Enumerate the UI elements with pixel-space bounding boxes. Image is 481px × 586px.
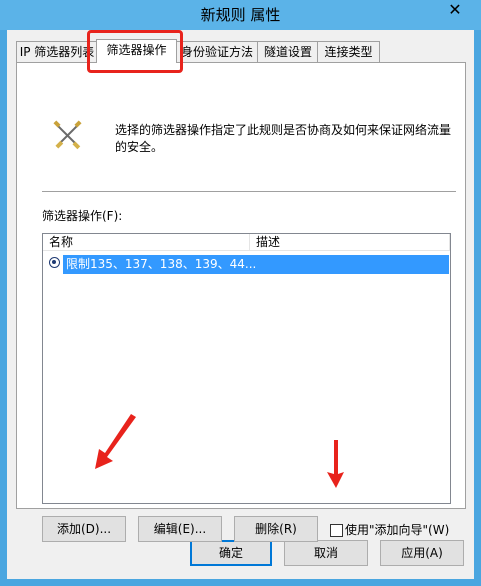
dialog-body: IP 筛选器列表 筛选器操作 身份验证方法 隧道设置 连接类型 选择的筛选器操作… xyxy=(7,30,474,579)
ok-button[interactable]: 确定 xyxy=(190,540,272,566)
tab-connection-type[interactable]: 连接类型 xyxy=(317,41,380,62)
edit-button[interactable]: 编辑(E)... xyxy=(138,516,222,542)
tab-panel-filter-action: 选择的筛选器操作指定了此规则是否协商及如何来保证网络流量的安全。 筛选器操作(F… xyxy=(16,62,466,542)
close-button[interactable]: ✕ xyxy=(437,0,473,20)
row-name[interactable]: 限制135、137、138、139、44... xyxy=(66,256,256,273)
use-add-wizard-checkbox[interactable] xyxy=(330,524,343,537)
tab-authentication-methods[interactable]: 身份验证方法 xyxy=(175,41,259,62)
window-title: 新规则 属性 xyxy=(200,6,281,24)
use-add-wizard-label[interactable]: 使用"添加向导"(W) xyxy=(345,521,449,538)
filter-action-icon xyxy=(49,257,60,268)
tab-ip-filter-list[interactable]: IP 筛选器列表 xyxy=(16,41,98,62)
add-button[interactable]: 添加(D)... xyxy=(42,516,126,542)
description-text: 选择的筛选器操作指定了此规则是否协商及如何来保证网络流量的安全。 xyxy=(115,123,452,154)
title-bar: 新规则 属性 ✕ xyxy=(0,0,481,30)
column-header-name[interactable]: 名称 xyxy=(43,234,250,251)
filter-action-list[interactable]: 名称 描述 限制135、137、138、139、44... xyxy=(42,233,451,504)
apply-button[interactable]: 应用(A) xyxy=(380,540,464,566)
tools-icon xyxy=(53,120,82,150)
tab-tunnel-settings[interactable]: 隧道设置 xyxy=(257,41,319,62)
column-header-description[interactable]: 描述 xyxy=(250,234,450,251)
remove-button[interactable]: 删除(R) xyxy=(234,516,318,542)
cancel-button[interactable]: 取消 xyxy=(284,540,368,566)
divider xyxy=(42,191,456,193)
filter-action-list-label: 筛选器操作(F): xyxy=(42,209,123,223)
tab-filter-action[interactable]: 筛选器操作 xyxy=(96,39,177,63)
